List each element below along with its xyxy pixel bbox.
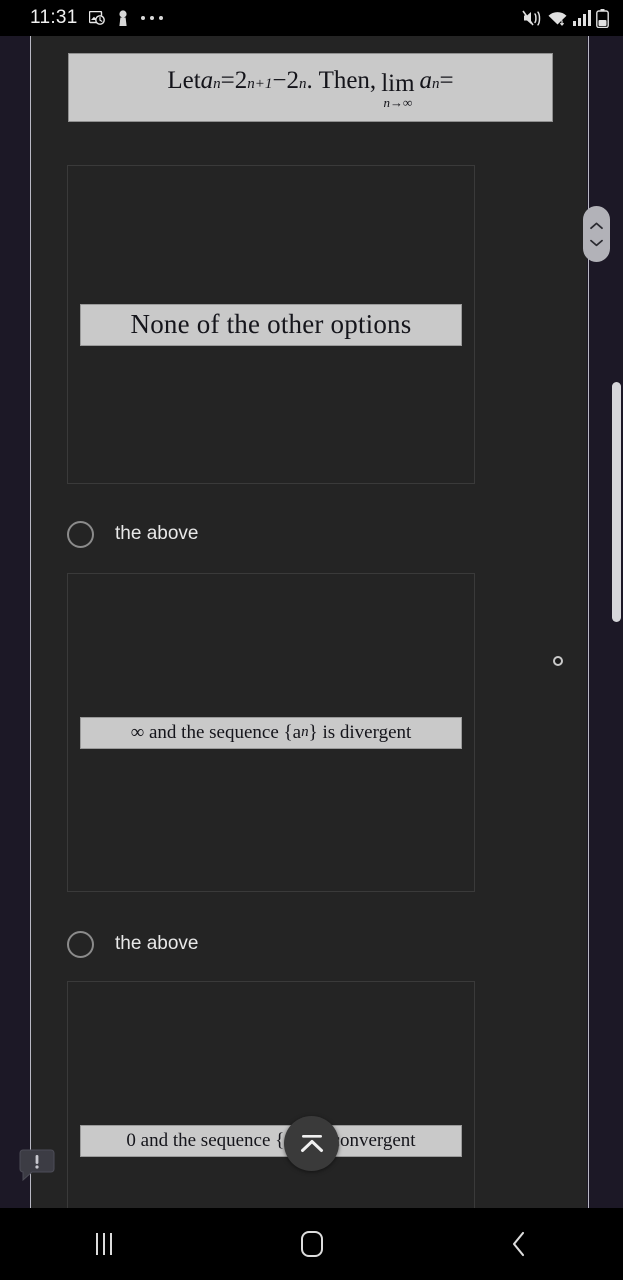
formula-base2: 2	[286, 67, 300, 95]
feedback-bubble-icon[interactable]	[18, 1148, 56, 1182]
formula-equals: =	[220, 67, 235, 95]
option-2-text-tail: } is divergent	[308, 721, 412, 743]
option-1-radio-row[interactable]: the above	[67, 514, 198, 554]
limit-lim-label: lim	[381, 70, 415, 98]
option-card-1[interactable]: None of the other options	[67, 165, 475, 484]
option-1-text: None of the other options	[80, 303, 462, 346]
scroll-to-top-button[interactable]	[284, 1116, 339, 1171]
status-bar-left: 11:31	[30, 7, 164, 29]
option-3-text-head: 0 and the sequence {a	[126, 1129, 293, 1151]
option-2-radio-label: the above	[115, 933, 199, 954]
back-chevron-icon	[513, 1231, 525, 1257]
scroll-handle[interactable]	[583, 206, 610, 262]
recents-icon	[95, 1233, 112, 1255]
option-2-text: ∞ and the sequence {a n} is divergent	[80, 716, 462, 749]
option-1-radio[interactable]	[67, 520, 94, 548]
formula-prefix: Let	[167, 67, 201, 95]
formula-trailing-equals: =	[439, 67, 454, 95]
status-bar: 11:31	[0, 0, 623, 36]
formula-limit-var: a	[419, 67, 433, 95]
nav-back-button[interactable]	[415, 1208, 623, 1280]
option-card-3[interactable]: 0 and the sequence {an} is convergent	[67, 981, 475, 1208]
nav-recents-button[interactable]	[0, 1208, 208, 1280]
question-banner: Let an = 2 n+1 − 2n . Then, lim n→∞ an =	[68, 53, 553, 122]
signal-bars-icon	[573, 10, 591, 26]
home-icon	[300, 1231, 323, 1257]
person-badge-icon	[117, 9, 129, 27]
formula-exponent2: n	[299, 76, 307, 93]
option-2-text-subscript: n	[301, 724, 309, 740]
option-2-text-head: ∞ and the sequence {a	[130, 721, 302, 743]
scroll-to-top-icon	[300, 1134, 323, 1152]
wifi-icon	[547, 10, 568, 27]
option-1-radio-label: the above	[115, 523, 199, 544]
chevron-up-icon	[590, 222, 603, 229]
page-viewport: Let an = 2 n+1 − 2n . Then, lim n→∞ an = …	[31, 36, 587, 1208]
option-card-2[interactable]: ∞ and the sequence {a n} is divergent	[67, 573, 475, 892]
chevron-down-icon	[590, 239, 603, 246]
formula-base1: 2	[234, 67, 248, 95]
phone-screen: 11:31 Let a n = 2 n+1 − 2 n . Then, lim …	[0, 0, 623, 1280]
viewport-left-edge	[30, 36, 31, 1208]
formula-then: . Then,	[306, 67, 377, 95]
battery-icon	[596, 8, 609, 28]
android-nav-bar	[0, 1208, 623, 1280]
formula-var-subscript: n	[213, 76, 221, 93]
nav-home-button[interactable]	[208, 1208, 416, 1280]
more-dots-icon	[140, 15, 164, 21]
status-bar-right	[522, 8, 609, 28]
page-scrollbar-thumb[interactable]	[612, 382, 621, 622]
status-clock: 11:31	[30, 7, 78, 28]
pointer-dot-icon	[553, 656, 563, 666]
option-3-text: 0 and the sequence {an} is convergent	[80, 1124, 462, 1157]
option-2-radio[interactable]	[67, 930, 94, 958]
limit-subscript: n→∞	[383, 95, 413, 111]
mute-vibrate-icon	[522, 9, 542, 27]
formula-exponent1: n+1	[247, 76, 273, 93]
question-formula: Let an = 2 n+1 − 2n . Then, lim n→∞ an =	[167, 67, 454, 110]
limit-operator: lim n→∞	[381, 71, 414, 110]
photo-icon	[88, 10, 106, 26]
formula-minus: −	[272, 67, 287, 95]
option-2-radio-row[interactable]: the above	[67, 924, 198, 964]
formula-limit-var-subscript: n	[432, 76, 440, 93]
formula-var: a	[200, 67, 214, 95]
